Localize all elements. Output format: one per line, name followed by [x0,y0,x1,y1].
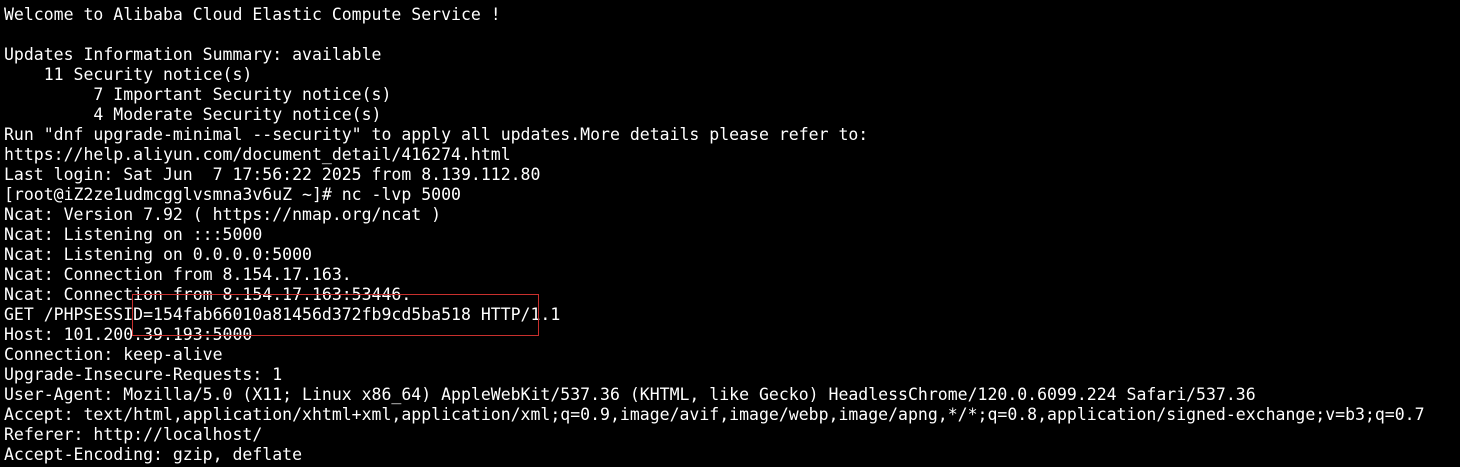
terminal-line-ncat-connection: Ncat: Connection from 8.154.17.163. [4,265,352,284]
terminal-line-ncat-listen-ipv4: Ncat: Listening on 0.0.0.0:5000 [4,245,312,264]
terminal-line-last-login: Last login: Sat Jun 7 17:56:22 2025 from… [4,165,541,184]
terminal-line-http-user-agent: User-Agent: Mozilla/5.0 (X11; Linux x86_… [4,385,1256,404]
terminal-line-security-notices: 11 Security notice(s) [4,65,253,84]
terminal-line-updates-summary: Updates Information Summary: available [4,45,382,64]
terminal-line-ncat-listen-ipv6: Ncat: Listening on :::5000 [4,225,263,244]
terminal-line-welcome: Welcome to Alibaba Cloud Elastic Compute… [4,5,501,24]
terminal-line-http-get: GET /PHPSESSID=154fab66010a81456d372fb9c… [4,305,561,324]
terminal-line-help-url: https://help.aliyun.com/document_detail/… [4,145,511,164]
terminal-line-ncat-version: Ncat: Version 7.92 ( https://nmap.org/nc… [4,205,442,224]
terminal-line-run-dnf: Run "dnf upgrade-minimal --security" to … [4,125,869,144]
terminal-line-ncat-connection-port: Ncat: Connection from 8.154.17.163:53446… [4,285,412,304]
terminal-line-http-referer: Referer: http://localhost/ [4,425,263,444]
terminal-line-http-upgrade: Upgrade-Insecure-Requests: 1 [4,365,283,384]
terminal-line-http-accept: Accept: text/html,application/xhtml+xml,… [4,405,1425,424]
terminal-line-command-prompt: [root@iZ2ze1udmcgglvsmna3v6uZ ~]# nc -lv… [4,185,461,204]
terminal-line-moderate-notices: 4 Moderate Security notice(s) [4,105,382,124]
terminal-line-http-host: Host: 101.200.39.193:5000 [4,325,253,344]
terminal-line-important-notices: 7 Important Security notice(s) [4,85,392,104]
terminal-window[interactable]: Welcome to Alibaba Cloud Elastic Compute… [0,0,1460,467]
terminal-line-http-connection: Connection: keep-alive [4,345,223,364]
terminal-line-http-accept-encoding: Accept-Encoding: gzip, deflate [4,445,303,464]
